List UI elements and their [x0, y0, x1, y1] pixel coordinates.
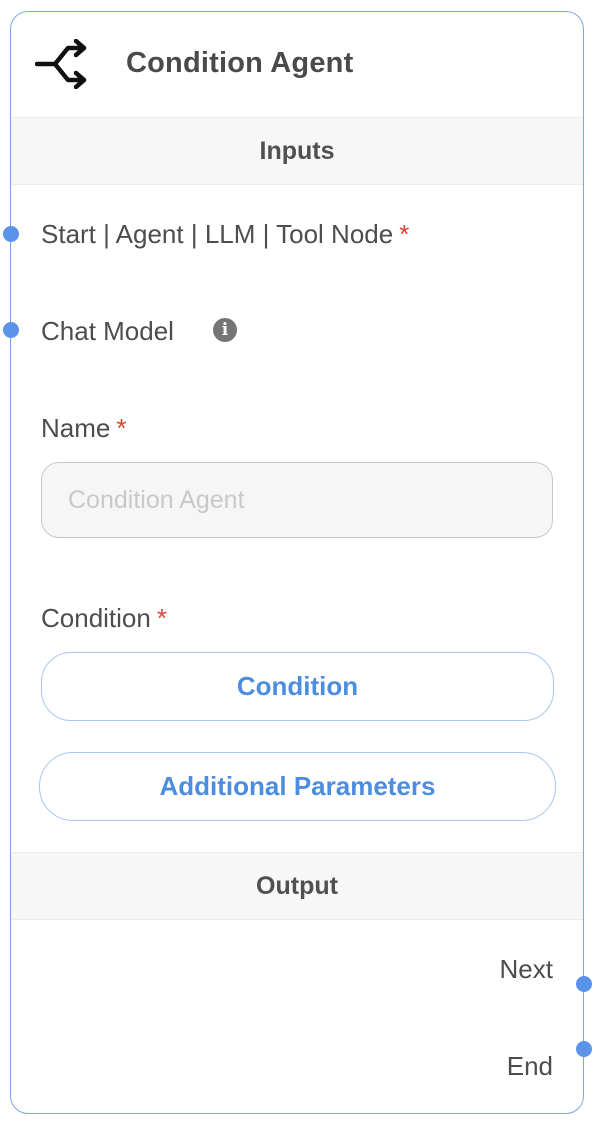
anchor-input-handle[interactable] — [3, 226, 19, 242]
required-marker: * — [116, 413, 127, 443]
name-label: Name * — [41, 411, 126, 445]
info-icon[interactable]: i — [213, 318, 237, 342]
required-marker: * — [156, 603, 167, 633]
anchor-input-text: Start | Agent | LLM | Tool Node — [41, 219, 394, 249]
name-input[interactable] — [41, 462, 553, 538]
chat-model-text: Chat Model — [41, 316, 174, 346]
output-heading: Output — [256, 871, 338, 900]
condition-agent-node[interactable]: Condition Agent Inputs Start | Agent | L… — [10, 11, 584, 1114]
inputs-section-header: Inputs — [11, 117, 583, 185]
name-label-text: Name — [41, 413, 111, 443]
condition-label: Condition * — [41, 601, 167, 635]
output-end-label: End — [506, 1051, 553, 1081]
required-marker: * — [399, 219, 410, 249]
canvas: Condition Agent Inputs Start | Agent | L… — [0, 0, 598, 1127]
node-header: Condition Agent — [11, 12, 583, 116]
additional-parameters-button[interactable]: Additional Parameters — [39, 752, 556, 821]
inputs-heading: Inputs — [259, 136, 335, 165]
node-title: Condition Agent — [126, 47, 354, 79]
chat-model-input-handle[interactable] — [3, 322, 19, 338]
condition-label-text: Condition — [41, 603, 151, 633]
output-next-label: Next — [499, 954, 553, 984]
next-output-handle[interactable] — [576, 976, 592, 992]
anchor-input-label: Start | Agent | LLM | Tool Node * — [41, 217, 409, 251]
chat-model-label: Chat Model — [41, 314, 174, 348]
condition-button[interactable]: Condition — [41, 652, 554, 721]
output-section-header: Output — [11, 852, 583, 920]
split-arrows-icon — [35, 39, 87, 89]
end-output-handle[interactable] — [576, 1041, 592, 1057]
